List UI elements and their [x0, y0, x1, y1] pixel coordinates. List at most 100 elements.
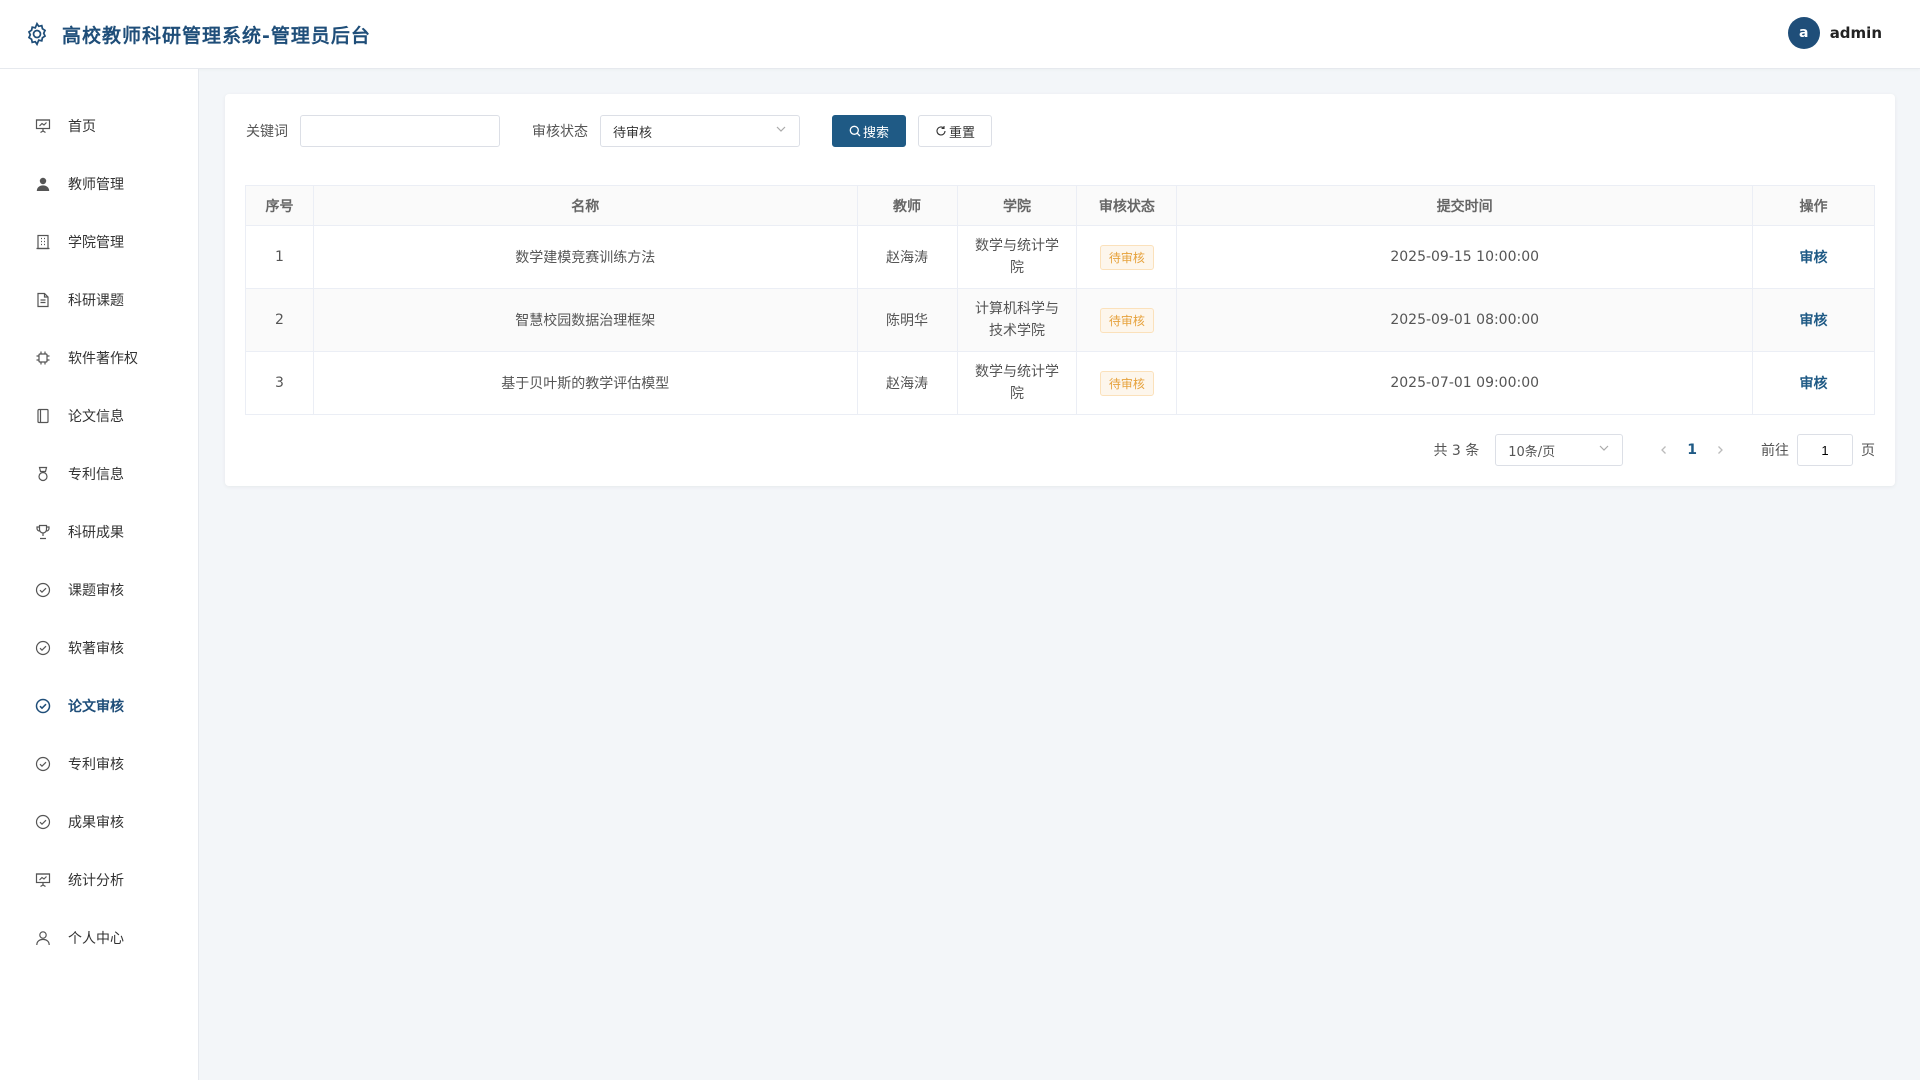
medal-icon: [34, 465, 52, 483]
circle-check-icon: [34, 697, 52, 715]
page-size-value: 10条/页: [1508, 444, 1556, 460]
avatar[interactable]: a: [1787, 17, 1820, 49]
status-badge: 待审核: [1099, 307, 1154, 333]
page-number-current[interactable]: 1: [1687, 442, 1697, 458]
top-header: 高校教师科研管理系统-管理员后台 a admin: [0, 0, 1920, 69]
cell-index: 2: [245, 288, 314, 352]
user-menu[interactable]: a admin: [1787, 17, 1882, 49]
gear-icon: [24, 21, 50, 47]
main-panel: 关键词 审核状态 待审核 搜索 重置 序号 名称 教师 学院 审核状态 提交时间…: [225, 94, 1895, 486]
cell-status: 待审核: [1076, 288, 1178, 352]
status-badge: 待审核: [1099, 244, 1154, 270]
filter-bar: 关键词 审核状态 待审核 搜索 重置: [246, 115, 992, 147]
college-line-2: 院: [1009, 260, 1024, 276]
user-icon: [34, 929, 52, 947]
prev-page-button[interactable]: [1653, 445, 1675, 455]
review-link[interactable]: 审核: [1800, 313, 1828, 329]
search-button-label: 搜索: [863, 125, 890, 141]
table-row: 1 数学建模竞赛训练方法 赵海涛 数学与统计学院 待审核 2025-09-15 …: [245, 225, 1875, 289]
sidebar-item-label: 成果审核: [68, 815, 124, 831]
sidebar-item-13[interactable]: 成果审核: [0, 793, 198, 851]
status-label: 审核状态: [532, 124, 588, 140]
sidebar: 首页教师管理学院管理科研课题软件著作权论文信息 专利信息 科研成果课题审核软著审核论…: [0, 69, 199, 1080]
sidebar-item-label: 统计分析: [68, 873, 124, 889]
status-badge: 待审核: [1099, 370, 1154, 396]
presentation-icon: [34, 117, 52, 135]
notebook-icon: [34, 407, 52, 425]
username[interactable]: admin: [1830, 24, 1882, 42]
column-header-action: 操作: [1752, 185, 1875, 226]
circle-check-icon: [34, 581, 52, 599]
cell-status: 待审核: [1076, 225, 1178, 289]
pagination: 共 3 条 10条/页 1 前往 页: [1433, 434, 1875, 466]
paper-review-table: 序号 名称 教师 学院 审核状态 提交时间 操作 1 数学建模竞赛训练方法 赵海…: [245, 185, 1875, 415]
sidebar-item-12[interactable]: 专利审核: [0, 735, 198, 793]
chip-icon: [34, 349, 52, 367]
goto-page-input[interactable]: [1797, 434, 1853, 466]
sidebar-item-label: 论文审核: [68, 699, 124, 715]
sidebar-item-8[interactable]: 科研成果: [0, 503, 198, 561]
cell-name: 基于贝叶斯的教学评估模型: [312, 351, 858, 415]
keyword-input[interactable]: [300, 115, 500, 147]
status-select[interactable]: 待审核: [600, 115, 800, 147]
sidebar-item-9[interactable]: 课题审核: [0, 561, 198, 619]
cell-college: 数学与统计学院: [956, 225, 1078, 289]
page-size-select[interactable]: 10条/页: [1495, 434, 1624, 466]
column-header-teacher: 教师: [856, 185, 958, 226]
sidebar-item-label: 课题审核: [68, 583, 124, 599]
sidebar-item-11[interactable]: 论文审核: [0, 677, 198, 735]
column-header-college: 学院: [956, 185, 1078, 226]
sidebar-item-15[interactable]: 个人中心: [0, 909, 198, 967]
refresh-icon: [935, 125, 947, 137]
column-header-status: 审核状态: [1076, 185, 1178, 226]
sidebar-menu: 首页教师管理学院管理科研课题软件著作权论文信息 专利信息 科研成果课题审核软著审核论…: [0, 69, 198, 967]
sidebar-item-5[interactable]: 软件著作权: [0, 329, 198, 387]
review-link[interactable]: 审核: [1800, 376, 1828, 392]
sidebar-item-label: 软著审核: [68, 641, 124, 657]
cell-college: 数学与统计学院: [956, 351, 1078, 415]
cell-action: 审核: [1752, 288, 1875, 352]
cell-status: 待审核: [1076, 351, 1178, 415]
sidebar-item-label: 首页: [68, 119, 96, 135]
cell-teacher: 赵海涛: [856, 225, 958, 289]
cell-submit-time: 2025-09-15 10:00:00: [1176, 225, 1754, 289]
sidebar-item-7[interactable]: 专利信息: [0, 445, 198, 503]
cell-action: 审核: [1752, 351, 1875, 415]
circle-check-icon: [34, 813, 52, 831]
cell-submit-time: 2025-07-01 09:00:00: [1176, 351, 1754, 415]
sidebar-item-label: 学院管理: [68, 235, 124, 251]
app-title: 高校教师科研管理系统-管理员后台: [62, 24, 371, 47]
sidebar-item-10[interactable]: 软著审核: [0, 619, 198, 677]
sidebar-item-2[interactable]: 教师管理: [0, 155, 198, 213]
column-header-index: 序号: [245, 185, 314, 226]
chart-board-icon: [34, 871, 52, 889]
chevron-down-icon: [1598, 442, 1610, 458]
sidebar-item-label: 教师管理: [68, 177, 124, 193]
chevron-down-icon: [775, 123, 787, 139]
user-filled-icon: [34, 175, 52, 193]
college-line-2: 院: [1009, 386, 1024, 402]
sidebar-item-14[interactable]: 统计分析: [0, 851, 198, 909]
cell-teacher: 赵海涛: [856, 351, 958, 415]
sidebar-item-6[interactable]: 论文信息: [0, 387, 198, 445]
cell-submit-time: 2025-09-01 08:00:00: [1176, 288, 1754, 352]
cell-name: 智慧校园数据治理框架: [312, 288, 858, 352]
college-line-1: 数学与统计学: [974, 364, 1059, 380]
sidebar-item-4[interactable]: 科研课题: [0, 271, 198, 329]
cell-college: 计算机科学与 技术学院: [956, 288, 1078, 352]
table-row: 2 智慧校园数据治理框架 陈明华 计算机科学与 技术学院 待审核 2025-09-…: [245, 288, 1875, 352]
keyword-label: 关键词: [246, 124, 288, 140]
cell-name: 数学建模竞赛训练方法: [312, 225, 858, 289]
next-page-button[interactable]: [1709, 445, 1731, 455]
college-line-1: 数学与统计学: [974, 238, 1059, 254]
reset-button[interactable]: 重置: [918, 115, 992, 147]
sidebar-item-label: 个人中心: [68, 931, 124, 947]
column-header-name: 名称: [312, 185, 858, 226]
sidebar-item-3[interactable]: 学院管理: [0, 213, 198, 271]
sidebar-item-1[interactable]: 首页: [0, 97, 198, 155]
cell-action: 审核: [1752, 225, 1875, 289]
search-button[interactable]: 搜索: [832, 115, 906, 147]
review-link[interactable]: 审核: [1800, 250, 1828, 266]
sidebar-item-label: 软件著作权: [68, 351, 138, 367]
goto-label: 前往: [1761, 443, 1789, 459]
